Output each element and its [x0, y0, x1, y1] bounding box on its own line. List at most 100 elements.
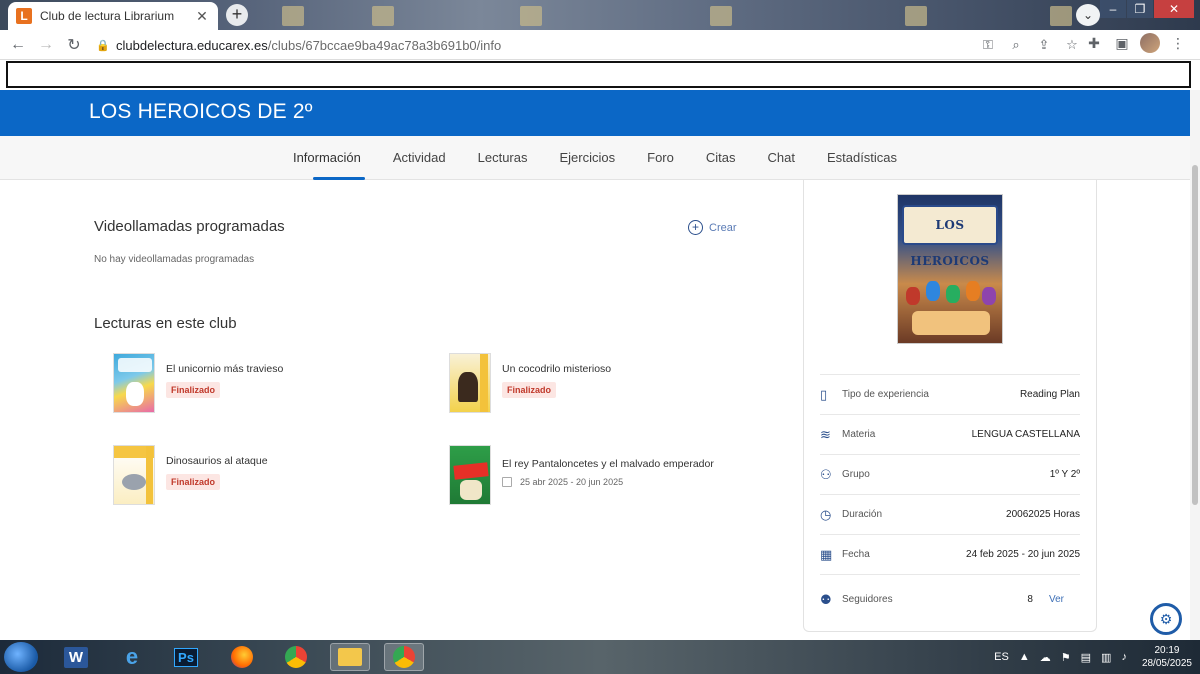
detail-value: 24 feb 2025 - 20 jun 2025	[966, 549, 1080, 560]
detail-row-seguidores: ⚉ Seguidores 8 Ver	[820, 574, 1080, 624]
tab-citas[interactable]: Citas	[706, 136, 736, 180]
desktop-background-thumb	[282, 6, 304, 26]
book-title[interactable]: El rey Pantaloncetes y el malvado empera…	[502, 458, 714, 470]
file-explorer-icon[interactable]	[330, 643, 370, 671]
book-cover[interactable]	[113, 445, 155, 505]
detail-row-fecha: ▦ Fecha 24 feb 2025 - 20 jun 2025	[820, 534, 1080, 574]
reading-dates: 25 abr 2025 - 20 jun 2025	[502, 477, 714, 487]
tab-ejercicios[interactable]: Ejercicios	[560, 136, 616, 180]
club-nav: Información Actividad Lecturas Ejercicio…	[0, 136, 1190, 180]
firefox-icon[interactable]	[222, 643, 262, 671]
book-title[interactable]: El unicornio más travieso	[166, 363, 283, 375]
detail-label: Grupo	[842, 469, 870, 480]
status-badge: Finalizado	[166, 474, 221, 490]
layers-icon: ≋	[820, 426, 831, 442]
create-videocall-button[interactable]: + Crear	[688, 220, 737, 235]
detail-row-tipo: ▯ Tipo de experiencia Reading Plan	[820, 374, 1080, 414]
videocalls-empty-text: No hay videollamadas programadas	[94, 254, 255, 265]
detail-label: Materia	[842, 429, 876, 440]
detail-label: Fecha	[842, 549, 870, 560]
book-title[interactable]: Dinosaurios al ataque	[166, 455, 268, 467]
profile-avatar[interactable]	[1140, 33, 1160, 53]
book-title[interactable]: Un cocodrilo misterioso	[502, 363, 611, 375]
tab-lecturas[interactable]: Lecturas	[478, 136, 528, 180]
detail-label: Duración	[842, 509, 883, 520]
view-followers-link[interactable]: Ver	[1049, 594, 1064, 605]
browser-tab[interactable]: L Club de lectura Librarium ✕	[8, 2, 218, 30]
tab-chat[interactable]: Chat	[767, 136, 794, 180]
book-card[interactable]: El unicornio más travieso Finalizado	[113, 353, 283, 413]
address-bar[interactable]: 🔒 clubdelectura.educarex.es/clubs/67bcca…	[96, 33, 1086, 57]
status-badge: Finalizado	[166, 382, 221, 398]
tab-foro[interactable]: Foro	[647, 136, 674, 180]
followers-count: 8	[1027, 594, 1033, 605]
book-card[interactable]: Un cocodrilo misterioso Finalizado	[449, 353, 611, 413]
restore-icon[interactable]: ❐	[1127, 0, 1153, 18]
back-arrow-icon[interactable]: ←	[4, 36, 32, 54]
book-cover[interactable]	[449, 353, 491, 413]
forward-arrow-icon[interactable]: →	[32, 36, 60, 54]
system-tray: ES ▲ ☁ ⚑ ▤ ▥ ♪ 20:19 28/05/2025	[989, 640, 1192, 674]
extensions-puzzle-icon[interactable]: ✚	[1080, 35, 1108, 52]
book-card[interactable]: El rey Pantaloncetes y el malvado empera…	[449, 445, 714, 505]
word-icon[interactable]: W	[56, 643, 96, 671]
desktop-background-thumb	[1050, 6, 1072, 26]
book-cover[interactable]	[449, 445, 491, 505]
photoshop-icon[interactable]: Ps	[166, 643, 206, 671]
detail-value: LENGUA CASTELLANA	[971, 429, 1080, 440]
club-title: LOS HEROICOS DE 2º	[89, 100, 313, 123]
desktop-background-thumb	[710, 6, 732, 26]
readings-title: Lecturas en este club	[94, 315, 237, 332]
desktop-background-thumb	[905, 6, 927, 26]
lock-icon[interactable]: 🔒	[96, 39, 116, 52]
status-badge: Finalizado	[502, 382, 557, 398]
menu-kebab-icon[interactable]: ⋮	[1164, 35, 1192, 52]
detail-value: Reading Plan	[1019, 389, 1080, 400]
device-icon[interactable]: ▤	[1081, 651, 1091, 664]
tray-expand-icon[interactable]: ▲	[1019, 651, 1030, 663]
clock-time: 20:19	[1154, 645, 1180, 656]
minimize-icon[interactable]: –	[1100, 0, 1126, 18]
detail-row-grupo: ⚇ Grupo 1º Y 2º	[820, 454, 1080, 494]
tab-informacion[interactable]: Información	[293, 136, 365, 180]
highlight-box	[6, 61, 1191, 88]
cloud-icon[interactable]: ☁	[1040, 651, 1051, 664]
start-button[interactable]	[4, 642, 38, 672]
side-panel-icon[interactable]: ▣	[1108, 35, 1136, 52]
browser-toolbar: ← → ↻ 🔒 clubdelectura.educarex.es/clubs/…	[0, 30, 1200, 60]
clock-date: 28/05/2025	[1141, 658, 1192, 669]
group-icon: ⚇	[820, 466, 832, 482]
book-cover[interactable]	[113, 353, 155, 413]
flag-alert-icon[interactable]: ⚑	[1061, 651, 1071, 664]
tab-title: Club de lectura Librarium	[40, 9, 175, 23]
calendar-icon: ▦	[820, 546, 833, 562]
reload-icon[interactable]: ↻	[60, 35, 88, 55]
url-host: clubdelectura.educarex.es	[116, 37, 268, 53]
plus-circle-icon: +	[688, 220, 703, 235]
page-scrollbar-thumb[interactable]	[1192, 165, 1198, 505]
volume-icon[interactable]: ♪	[1121, 651, 1127, 663]
detail-label: Tipo de experiencia	[842, 389, 929, 400]
internet-explorer-icon[interactable]: e	[112, 643, 152, 671]
key-icon[interactable]: ⚿	[974, 37, 1002, 53]
share-icon[interactable]: ⇪	[1030, 37, 1058, 53]
tab-estadisticas[interactable]: Estadísticas	[827, 136, 897, 180]
new-tab-button[interactable]: +	[226, 4, 248, 26]
create-label: Crear	[709, 221, 737, 234]
extension-area: ✚ ▣ ⋮	[1080, 33, 1192, 53]
videocalls-title: Videollamadas programadas	[94, 218, 285, 235]
clock[interactable]: 20:19 28/05/2025	[1142, 644, 1192, 670]
accessibility-settings-button[interactable]: ⚙	[1150, 603, 1182, 635]
chrome-active-icon[interactable]	[384, 643, 424, 671]
tab-search-chevron-icon[interactable]: ⌄	[1076, 4, 1100, 26]
tab-close-icon[interactable]: ✕	[194, 8, 210, 25]
book-card[interactable]: Dinosaurios al ataque Finalizado	[113, 445, 268, 505]
chrome-icon[interactable]	[276, 643, 316, 671]
network-icon[interactable]: ▥	[1101, 651, 1111, 664]
window-close-icon[interactable]: ✕	[1154, 0, 1194, 18]
desktop-background-thumb	[372, 6, 394, 26]
zoom-icon[interactable]: ⌕	[1002, 37, 1030, 53]
tab-actividad[interactable]: Actividad	[393, 136, 446, 180]
language-indicator[interactable]: ES	[994, 651, 1009, 663]
detail-label: Seguidores	[842, 594, 893, 605]
